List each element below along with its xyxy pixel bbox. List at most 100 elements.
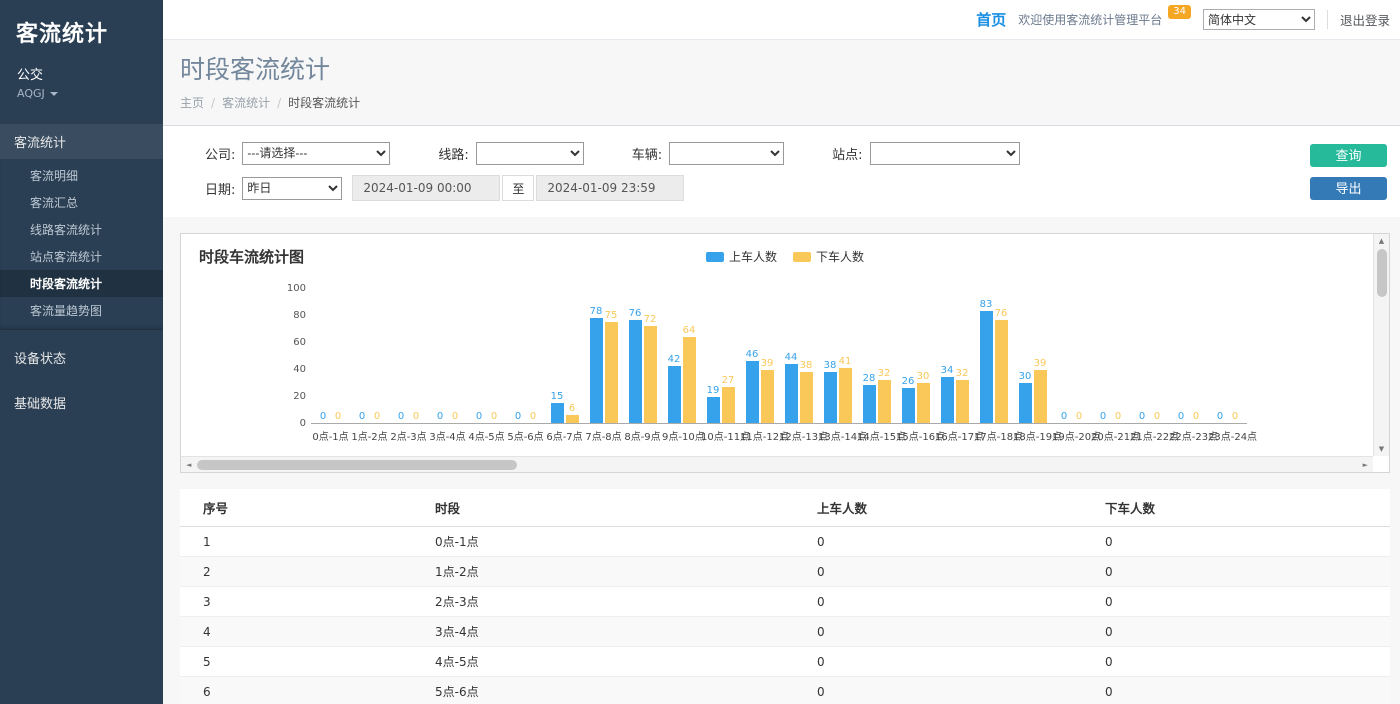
sidebar-item[interactable]: 线路客流统计	[0, 216, 163, 243]
table-cell: 0	[794, 677, 1082, 704]
bar-value-label: 0	[437, 411, 443, 422]
bar	[551, 403, 564, 423]
bar-column: 0	[1112, 411, 1125, 423]
line-select[interactable]	[476, 142, 584, 165]
y-tick-label: 20	[293, 392, 306, 402]
horizontal-scroll-thumb[interactable]	[197, 460, 517, 470]
bar	[839, 368, 852, 423]
bar-group: 00	[350, 289, 389, 423]
bar-group: 00	[467, 289, 506, 423]
bar-value-label: 38	[824, 360, 837, 371]
query-button[interactable]: 查询	[1310, 144, 1387, 167]
bar-value-label: 34	[941, 365, 954, 376]
x-axis-label: 10点-11点	[701, 428, 740, 443]
bar-column: 26	[902, 376, 915, 423]
vehicle-label: 车辆:	[632, 144, 662, 163]
x-axis-label: 17点-18点	[974, 428, 1013, 443]
line-label: 线路:	[438, 144, 468, 163]
bar-value-label: 0	[1193, 411, 1199, 422]
sidebar-item[interactable]: 客流明细	[0, 162, 163, 189]
bar-group: 3039	[1013, 289, 1052, 423]
table-cell: 0	[1082, 557, 1390, 587]
bar-column: 0	[317, 411, 330, 423]
bar-group: 7672	[623, 289, 662, 423]
bar-group: 3432	[935, 289, 974, 423]
scroll-right-icon[interactable]: ►	[1363, 461, 1368, 469]
bar-column: 76	[995, 308, 1008, 423]
date-preset-select[interactable]: 昨日	[242, 177, 342, 200]
bar-value-label: 15	[551, 391, 564, 402]
station-select[interactable]	[870, 142, 1020, 165]
bar-column: 0	[395, 411, 408, 423]
bar-group: 00	[1052, 289, 1091, 423]
breadcrumb-home[interactable]: 主页	[180, 94, 204, 111]
bar-column: 32	[878, 368, 891, 423]
filter-panel: 公司: ---请选择--- 线路: 车辆: 站点: 日期: 昨日	[163, 126, 1400, 217]
bar-column: 0	[1073, 411, 1086, 423]
bar-value-label: 39	[1034, 358, 1047, 369]
bar	[1034, 370, 1047, 423]
bar	[590, 318, 603, 423]
bar-column: 75	[605, 310, 618, 423]
bar-value-label: 0	[1217, 411, 1223, 422]
logout-link[interactable]: 退出登录	[1327, 10, 1390, 29]
chart-title: 时段车流统计图	[199, 246, 304, 267]
legend-item[interactable]: 上车人数	[706, 248, 777, 265]
sidebar-section[interactable]: 基础数据	[0, 385, 163, 420]
bar-column: 0	[332, 411, 345, 423]
bar-column: 39	[1034, 358, 1047, 423]
bar-column: 0	[1214, 411, 1227, 423]
table-cell: 0	[1082, 647, 1390, 677]
sidebar-item[interactable]: 客流汇总	[0, 189, 163, 216]
user-name: AQGJ	[17, 87, 45, 100]
x-axis-label: 14点-15点	[857, 428, 896, 443]
sidebar-section[interactable]: 客流统计	[0, 124, 163, 159]
org-label: 公交	[0, 48, 163, 85]
bar-value-label: 0	[452, 411, 458, 422]
y-tick-label: 80	[293, 311, 306, 321]
export-button[interactable]: 导出	[1310, 177, 1387, 200]
bar-column: 19	[707, 385, 720, 423]
bar	[995, 320, 1008, 423]
language-select[interactable]: 简体中文	[1203, 9, 1315, 30]
scroll-up-icon[interactable]: ▲	[1379, 237, 1384, 245]
x-axis-label: 7点-8点	[584, 428, 623, 443]
breadcrumb-section[interactable]: 客流统计	[222, 94, 270, 111]
legend-item[interactable]: 下车人数	[793, 248, 864, 265]
vertical-scroll-thumb[interactable]	[1377, 249, 1387, 297]
y-axis: 020406080100	[266, 289, 306, 424]
bar-column: 0	[371, 411, 384, 423]
y-tick-label: 0	[300, 419, 306, 429]
scroll-down-icon[interactable]: ▼	[1379, 445, 1384, 453]
breadcrumb: 主页 / 客流统计 / 时段客流统计	[180, 94, 1383, 111]
horizontal-scrollbar[interactable]: ◄ ►	[181, 456, 1373, 472]
bar-group: 00	[311, 289, 350, 423]
sidebar-item[interactable]: 站点客流统计	[0, 243, 163, 270]
bar-value-label: 6	[569, 403, 575, 414]
scroll-left-icon[interactable]: ◄	[186, 461, 191, 469]
bar	[941, 377, 954, 423]
sidebar-item[interactable]: 时段客流统计	[0, 270, 163, 297]
home-link[interactable]: 首页	[976, 9, 1006, 30]
sidebar-section[interactable]: 设备状态	[0, 340, 163, 375]
legend-swatch	[706, 252, 724, 262]
bar-value-label: 30	[917, 371, 930, 382]
date-end-input[interactable]	[536, 175, 684, 201]
bar-column: 0	[1175, 411, 1188, 423]
breadcrumb-current: 时段客流统计	[288, 94, 360, 111]
sidebar-item[interactable]: 客流量趋势图	[0, 297, 163, 324]
bar	[605, 322, 618, 423]
date-start-input[interactable]	[352, 175, 500, 201]
vehicle-select[interactable]	[669, 142, 784, 165]
bar	[1019, 383, 1032, 424]
bar	[956, 380, 969, 423]
bar-group: 4639	[740, 289, 779, 423]
vertical-scrollbar[interactable]: ▲ ▼	[1373, 234, 1389, 456]
x-axis-label: 8点-9点	[623, 428, 662, 443]
bar	[761, 370, 774, 423]
user-dropdown[interactable]: AQGJ	[0, 85, 163, 102]
bar-value-label: 32	[956, 368, 969, 379]
table-cell: 4	[180, 617, 412, 647]
x-axis-label: 9点-10点	[662, 428, 701, 443]
company-select[interactable]: ---请选择---	[242, 142, 390, 165]
